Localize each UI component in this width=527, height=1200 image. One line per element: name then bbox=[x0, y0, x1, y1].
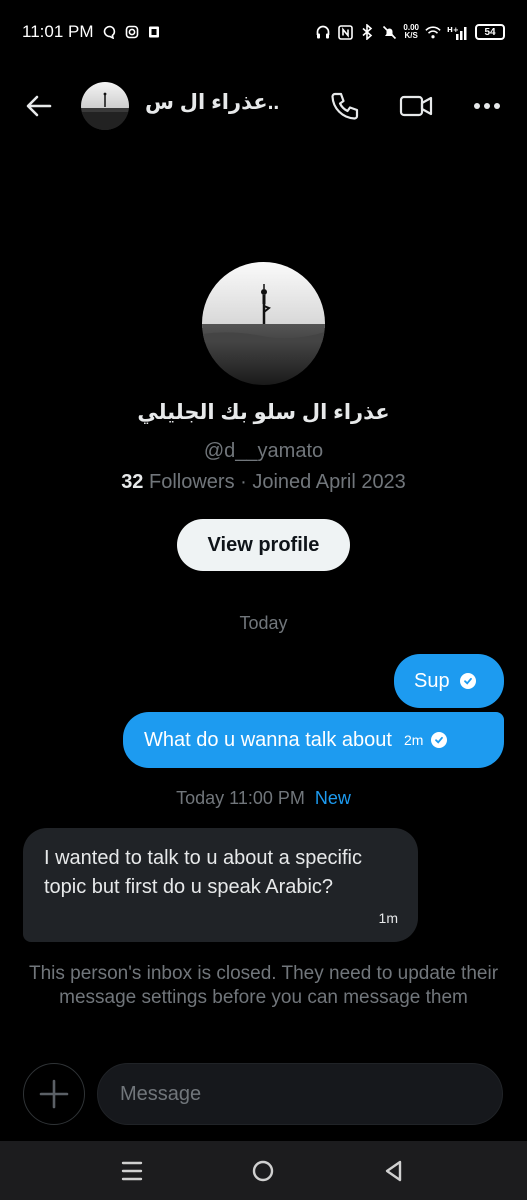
joined-date: Joined April 2023 bbox=[252, 471, 406, 493]
net-speed: 0.00 K/S bbox=[403, 24, 419, 40]
bluetooth-icon bbox=[359, 24, 375, 40]
video-call-button[interactable] bbox=[398, 89, 434, 123]
message-text: What do u wanna talk about bbox=[144, 728, 392, 751]
nfc-icon bbox=[337, 24, 353, 40]
signal-icon: H+ bbox=[447, 24, 469, 40]
message-time: 2m bbox=[403, 732, 424, 748]
header-avatar[interactable] bbox=[81, 82, 129, 130]
headphones-icon bbox=[315, 24, 331, 40]
add-media-button[interactable] bbox=[23, 1063, 85, 1125]
new-separator-time: Today 11:00 PM bbox=[176, 788, 305, 808]
chat-bubble-icon bbox=[102, 24, 118, 40]
seen-check-icon bbox=[431, 732, 448, 748]
menu-icon bbox=[121, 1161, 143, 1181]
profile-handle: @d__yamato bbox=[203, 440, 324, 462]
phone-icon bbox=[331, 92, 359, 120]
seen-check-icon bbox=[459, 673, 476, 689]
more-icon-dot bbox=[494, 103, 500, 109]
video-icon bbox=[399, 95, 433, 117]
status-time: 11:01 PM bbox=[22, 22, 94, 41]
message-time: 1m bbox=[378, 910, 398, 926]
new-label: New bbox=[314, 788, 351, 808]
date-separator: Today bbox=[239, 613, 288, 633]
back-button[interactable] bbox=[22, 91, 56, 121]
home-button[interactable] bbox=[249, 1157, 277, 1185]
more-icon bbox=[474, 103, 480, 109]
mute-icon bbox=[381, 24, 397, 40]
system-nav-bar bbox=[0, 1141, 527, 1200]
system-icons: 0.00 K/S H+ 54 bbox=[315, 24, 505, 40]
recents-button[interactable] bbox=[118, 1157, 146, 1185]
back-triangle-icon bbox=[385, 1160, 402, 1182]
view-profile-button[interactable]: View profile bbox=[177, 519, 350, 571]
plus-icon bbox=[39, 1079, 69, 1109]
call-button[interactable] bbox=[328, 89, 362, 123]
back-arrow-icon bbox=[26, 95, 52, 117]
outgoing-message[interactable]: What do u wanna talk about 2m bbox=[123, 712, 504, 768]
message-input[interactable] bbox=[97, 1063, 503, 1125]
profile-avatar[interactable] bbox=[202, 262, 325, 385]
instagram-icon bbox=[124, 24, 140, 40]
battery-icon: 54 bbox=[475, 24, 505, 40]
incoming-message[interactable]: I wanted to talk to u about a specific t… bbox=[23, 828, 418, 942]
message-text: Sup bbox=[414, 669, 450, 692]
svg-text:H+: H+ bbox=[447, 26, 459, 34]
header-name[interactable]: عذراء ال س.. bbox=[145, 90, 279, 115]
wifi-icon bbox=[425, 24, 441, 40]
outgoing-message[interactable]: Sup bbox=[394, 654, 504, 708]
followers-count: 32 bbox=[121, 471, 144, 493]
net-speed-unit: K/S bbox=[404, 31, 418, 40]
new-messages-separator: Today 11:00 PM New bbox=[0, 788, 527, 809]
inbox-closed-note: This person's inbox is closed. They need… bbox=[28, 963, 499, 1008]
composer bbox=[0, 1060, 527, 1128]
profile-name: عذراء ال سلو بك الجليلي bbox=[137, 401, 390, 424]
profile-meta: 32 Followers · Joined April 2023 bbox=[121, 471, 406, 493]
home-circle-icon bbox=[252, 1160, 274, 1182]
more-options-button[interactable] bbox=[470, 89, 504, 123]
followers-label: Followers bbox=[149, 471, 235, 493]
office-icon bbox=[146, 24, 162, 40]
back-nav-button[interactable] bbox=[380, 1157, 408, 1185]
more-icon-dot bbox=[484, 103, 490, 109]
notification-icons bbox=[102, 24, 162, 40]
status-bar: 11:01 PM 0.00 K/S H+ 54 bbox=[0, 0, 527, 64]
conversation-header: عذراء ال س.. bbox=[0, 76, 527, 136]
message-text: I wanted to talk to u about a specific t… bbox=[44, 847, 362, 898]
